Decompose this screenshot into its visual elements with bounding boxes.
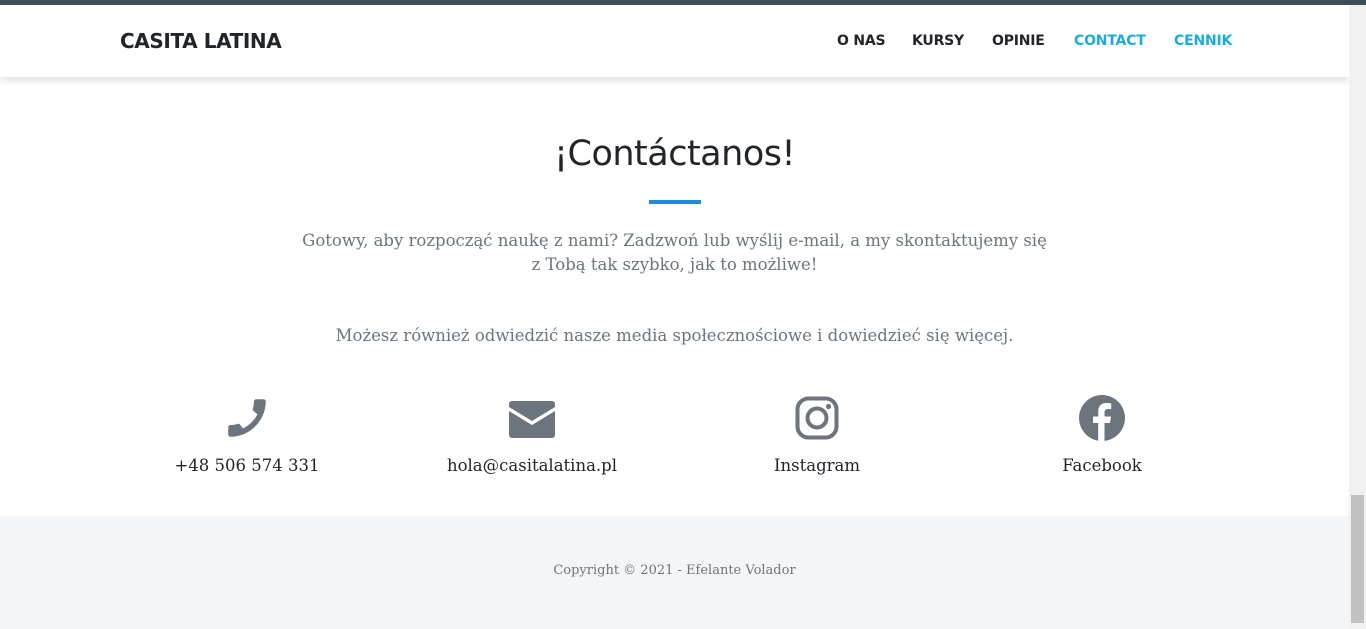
- contact-item-instagram[interactable]: Instagram: [687, 393, 947, 475]
- nav-item-contact[interactable]: CONTACT: [1074, 33, 1146, 49]
- copyright-text: Copyright © 2021 - Efelante Volador: [553, 563, 796, 578]
- instagram-icon: [795, 396, 839, 440]
- brand-logo[interactable]: CASITA LATINA: [120, 29, 282, 53]
- nav-item-cennik[interactable]: CENNIK: [1174, 33, 1232, 49]
- facebook-label: Facebook: [1062, 456, 1142, 475]
- phone-label: +48 506 574 331: [174, 456, 320, 475]
- title-divider: [649, 200, 701, 204]
- phone-icon: [228, 399, 266, 437]
- contact-item-email[interactable]: hola@casitalatina.pl: [402, 393, 662, 475]
- email-label: hola@casitalatina.pl: [446, 456, 618, 475]
- nav-item-kursy[interactable]: KURSY: [912, 33, 964, 49]
- nav-item-o-nas[interactable]: O NAS: [837, 33, 886, 49]
- nav-item-opinie[interactable]: OPINIE: [992, 33, 1045, 49]
- page: CASITA LATINA O NAS KURSY OPINIE CONTACT…: [0, 0, 1349, 629]
- facebook-icon: [1079, 395, 1125, 441]
- contact-item-facebook[interactable]: Facebook: [972, 393, 1232, 475]
- navbar: CASITA LATINA O NAS KURSY OPINIE CONTACT…: [0, 5, 1349, 77]
- vertical-scrollbar[interactable]: [1349, 5, 1366, 629]
- contact-title: ¡Contáctanos!: [553, 134, 796, 174]
- contact-lead-text: Gotowy, aby rozpocząć naukę z nami? Zadz…: [302, 231, 1047, 274]
- envelope-icon: [509, 401, 555, 438]
- social-media-text: Możesz również odwiedzić nasze media spo…: [335, 326, 1014, 345]
- contact-item-phone[interactable]: +48 506 574 331: [117, 393, 377, 475]
- instagram-label: Instagram: [773, 456, 860, 475]
- scrollbar-thumb[interactable]: [1351, 495, 1364, 623]
